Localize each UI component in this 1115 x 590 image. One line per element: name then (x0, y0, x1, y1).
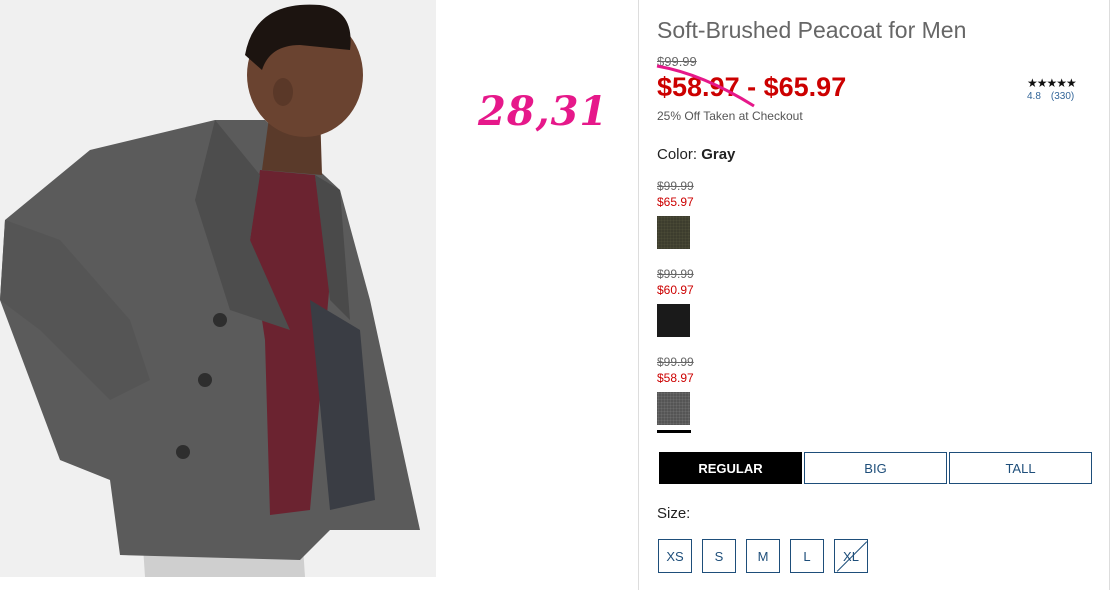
swatch-sale-price: $60.97 (657, 283, 694, 297)
size-m-button[interactable]: M (746, 539, 780, 573)
size-options: XS S M L XL (658, 539, 878, 573)
size-label: Size: (657, 505, 691, 522)
color-label-text: Color: (657, 146, 698, 163)
annotation-strike-mark (656, 64, 755, 108)
color-label: Color: Gray (657, 146, 735, 163)
tab-big[interactable]: BIG (804, 452, 947, 484)
handwritten-annotation: 28,31 (478, 88, 609, 135)
rating-stars[interactable]: ★★★★★ (1027, 76, 1077, 90)
rating-value: 4.8 (1027, 91, 1041, 102)
olive-swatch[interactable] (657, 216, 690, 249)
product-details-panel: Soft-Brushed Peacoat for Men $99.99 $58.… (638, 0, 1110, 590)
swatch-sale-price: $65.97 (657, 195, 694, 209)
size-xl-button[interactable]: XL (834, 539, 868, 573)
promo-text: 25% Off Taken at Checkout (657, 109, 803, 123)
swatch-sale-price: $58.97 (657, 371, 694, 385)
color-option-gray: $99.99 $58.97 (657, 354, 694, 433)
product-title: Soft-Brushed Peacoat for Men (657, 17, 967, 43)
rating-count: (330) (1050, 91, 1075, 102)
swatch-original-price: $99.99 (657, 355, 694, 369)
tab-tall[interactable]: TALL (949, 452, 1092, 484)
product-photo (0, 0, 436, 577)
gray-swatch[interactable] (657, 392, 690, 425)
rating-meta[interactable]: 4.8 (330) (1027, 91, 1084, 102)
sale-price-high: $65.97 (763, 72, 847, 102)
color-option-black: $99.99 $60.97 (657, 266, 694, 337)
size-s-button[interactable]: S (702, 539, 736, 573)
selected-color-name: Gray (701, 146, 736, 163)
selected-swatch-indicator (657, 430, 691, 433)
black-swatch[interactable] (657, 304, 690, 337)
swatch-original-price: $99.99 (657, 267, 694, 281)
tab-regular[interactable]: REGULAR (659, 452, 802, 484)
size-xs-button[interactable]: XS (658, 539, 692, 573)
swatch-original-price: $99.99 (657, 179, 694, 193)
fit-tabs: REGULAR BIG TALL (659, 452, 1094, 484)
size-l-button[interactable]: L (790, 539, 824, 573)
color-option-olive: $99.99 $65.97 (657, 178, 694, 249)
product-image[interactable] (0, 0, 436, 577)
